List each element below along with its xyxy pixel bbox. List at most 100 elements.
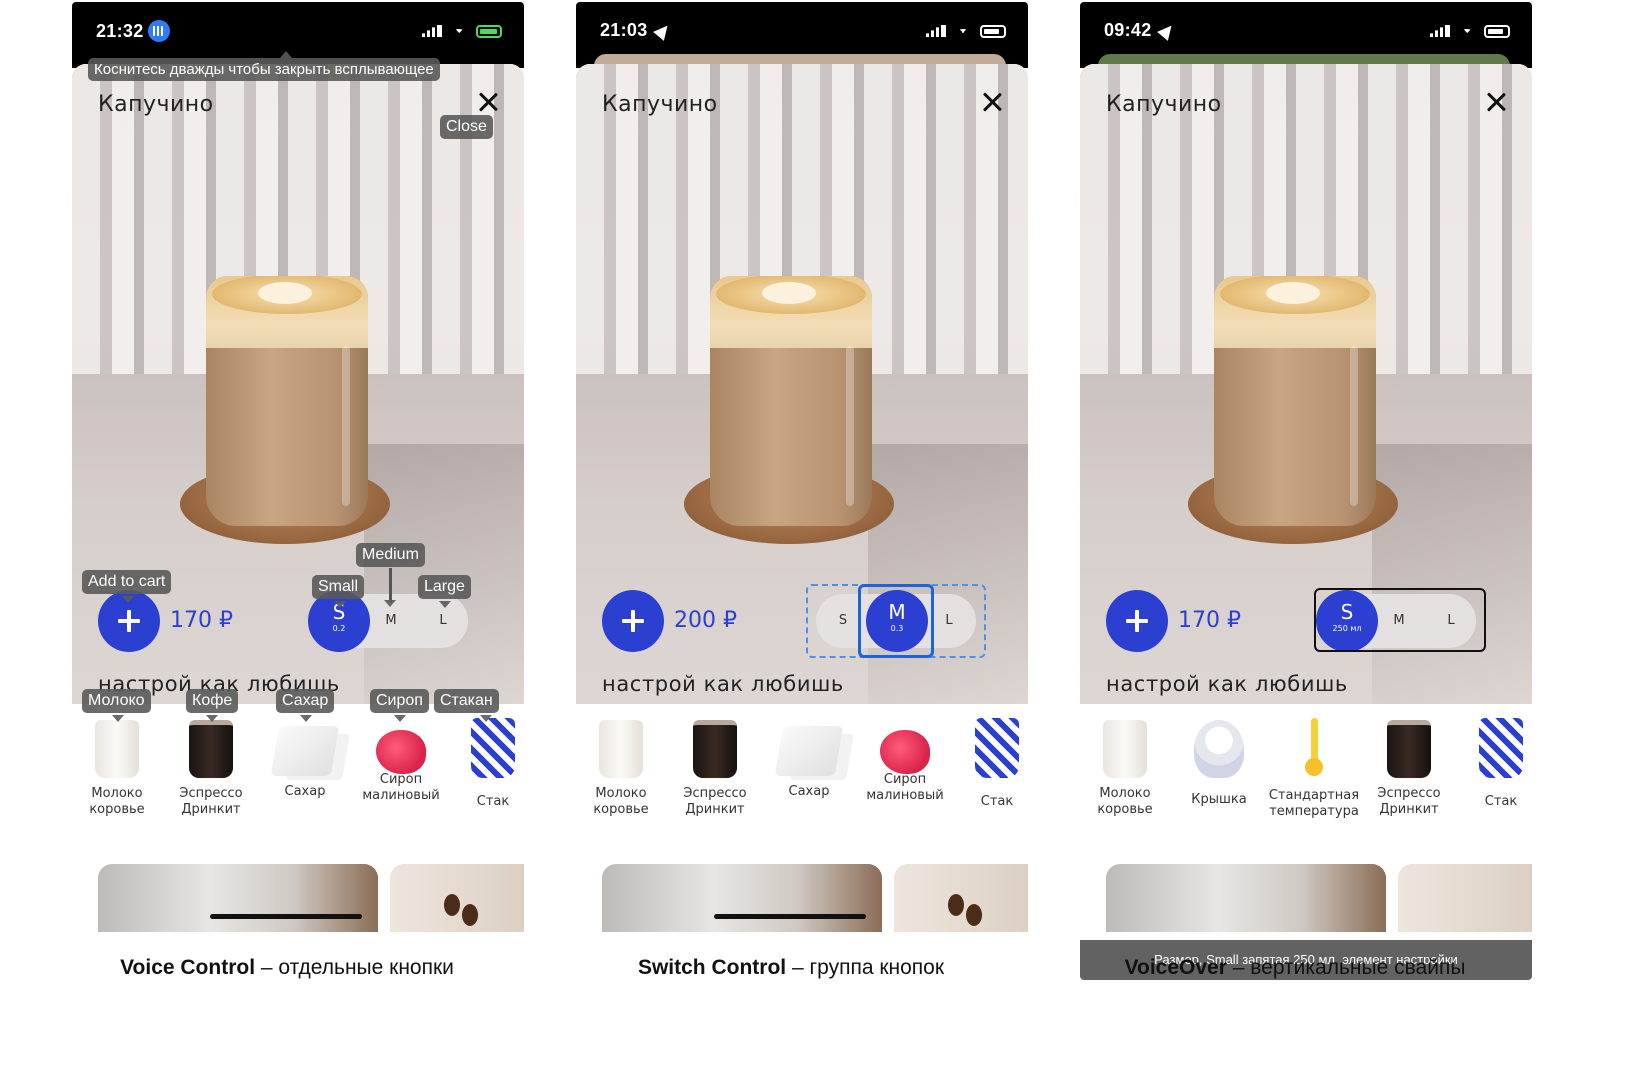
ingredient-syrup[interactable]: Сироп малиновый — [860, 714, 950, 804]
cappuccino-glass-image — [710, 276, 872, 526]
product-title: Капучино — [1106, 92, 1222, 117]
espresso-icon — [693, 720, 737, 778]
phone-voice-control: 21:32 Капучино 170 ₽ S 0.2 M L настрой к… — [72, 2, 524, 980]
ingredient-sugar[interactable]: Сахар — [260, 714, 350, 800]
cellular-signal-icon — [422, 25, 442, 37]
status-time: 21:32 — [96, 20, 144, 41]
status-time: 09:42 — [1104, 20, 1152, 40]
lid-icon — [1194, 720, 1244, 778]
tooltip-small: Small — [312, 575, 365, 599]
coffee-bean-icon — [948, 894, 964, 916]
battery-charging-icon — [476, 24, 502, 38]
ingredient-espresso[interactable]: Эспрессо Дринкит — [670, 714, 760, 818]
cappuccino-glass-image — [206, 276, 368, 526]
card-image[interactable] — [602, 864, 882, 932]
ingredients-row: Молоко коровье Крышка Стандартная температ… — [1080, 714, 1532, 834]
ingredient-espresso[interactable]: Эспрессо Дринкит — [166, 714, 256, 818]
sugar-icon — [774, 726, 844, 776]
syrup-icon — [880, 730, 930, 774]
tooltip-dismiss: Коснитесь дважды чтобы закрыть всплывающ… — [88, 58, 440, 81]
ingredients-row: Молоко коровье Эспрессо Дринкит Сахар Сиро… — [72, 714, 524, 834]
ingredient-lid[interactable]: Крышка — [1174, 714, 1264, 808]
product-title: Капучино — [98, 92, 214, 117]
ingredients-row: Молоко коровье Эспрессо Дринкит Сахар Сиро… — [576, 714, 1028, 834]
tooltip-sugar: Сахар — [276, 689, 335, 713]
close-icon[interactable] — [1482, 88, 1510, 116]
ingredient-sugar[interactable]: Сахар — [764, 714, 854, 800]
tooltip-milk: Молоко — [82, 689, 151, 713]
sugar-icon — [270, 726, 340, 776]
tooltip-syrup: Сироп — [370, 689, 429, 713]
cup-icon — [471, 718, 515, 778]
add-to-cart-button[interactable] — [602, 590, 664, 652]
product-sheet: Капучино 170 ₽ S 0.2 M L настрой как люб… — [72, 64, 524, 980]
recommendation-cards — [576, 864, 1028, 934]
phone-switch-control: 21:03 Капучино 200 ₽ S M 0.3 L настрой к… — [576, 2, 1028, 980]
close-icon[interactable] — [978, 88, 1006, 116]
coffee-bean-icon — [462, 904, 478, 926]
recommendation-cards — [72, 864, 524, 934]
espresso-icon — [189, 720, 233, 778]
ingredient-milk[interactable]: Молоко коровье — [1080, 714, 1170, 818]
battery-icon — [1484, 24, 1510, 38]
voiceover-focus-outline — [1314, 588, 1486, 652]
home-indicator[interactable] — [210, 914, 362, 919]
tooltip-medium: Medium — [356, 543, 425, 567]
phone-voiceover: 09:42 Капучино 170 ₽ S 250 мл M L настро… — [1080, 2, 1532, 980]
price-label: 170 ₽ — [170, 608, 233, 633]
home-indicator[interactable] — [714, 914, 866, 919]
milk-jar-icon — [599, 720, 643, 778]
tooltip-add-to-cart: Add to cart — [82, 570, 172, 594]
customize-heading: настрой как любишь — [1106, 672, 1348, 696]
ingredient-cup[interactable]: Стак — [952, 714, 1028, 810]
tooltip-large: Large — [418, 575, 471, 599]
switch-item-highlight — [858, 584, 934, 658]
ingredient-milk[interactable]: Молоко коровье — [576, 714, 666, 818]
syrup-icon — [376, 730, 426, 774]
ingredient-cup[interactable]: Стак — [1456, 714, 1532, 810]
price-label: 170 ₽ — [1178, 608, 1241, 633]
cellular-signal-icon — [926, 25, 946, 37]
location-arrow-icon — [1156, 20, 1177, 41]
caption-voice-control: Voice Control – отдельные кнопки — [120, 956, 454, 979]
milk-jar-icon — [95, 720, 139, 778]
add-to-cart-button[interactable] — [1106, 590, 1168, 652]
voice-control-active-icon — [147, 20, 170, 42]
card-image[interactable] — [1398, 864, 1532, 932]
recommendation-cards — [1080, 864, 1532, 934]
tooltip-coffee: Кофе — [186, 689, 239, 713]
caption-switch-control: Switch Control – группа кнопок — [637, 956, 945, 979]
location-arrow-icon — [652, 20, 673, 41]
customize-heading: настрой как любишь — [602, 672, 844, 696]
ingredient-milk[interactable]: Молоко коровье — [72, 714, 162, 818]
status-time: 21:03 — [600, 20, 648, 40]
wifi-icon — [954, 24, 972, 38]
tooltip-cup: Стакан — [434, 689, 499, 713]
ingredient-temperature[interactable]: Стандартная температура — [1266, 714, 1362, 820]
espresso-icon — [1387, 720, 1431, 778]
coffee-bean-icon — [966, 904, 982, 926]
caption-voiceover: VoiceOver – вертикальные свайпы — [1124, 956, 1466, 979]
cup-icon — [1479, 718, 1523, 778]
cup-icon — [975, 718, 1019, 778]
product-sheet: Капучино 200 ₽ S M 0.3 L настрой как люб… — [576, 64, 1028, 980]
card-image[interactable] — [98, 864, 378, 932]
size-small-button[interactable]: S 0.2 — [308, 590, 370, 652]
cellular-signal-icon — [1430, 25, 1450, 37]
price-label: 200 ₽ — [674, 608, 737, 633]
card-image[interactable] — [1106, 864, 1386, 932]
coffee-bean-icon — [444, 894, 460, 916]
ingredient-syrup[interactable]: Сироп малиновый — [356, 714, 446, 804]
cappuccino-glass-image — [1214, 276, 1376, 526]
ingredient-espresso[interactable]: Эспрессо Дринкит — [1364, 714, 1454, 818]
battery-icon — [980, 24, 1006, 38]
tooltip-close: Close — [440, 115, 493, 139]
wifi-icon — [450, 24, 468, 38]
wifi-icon — [1458, 24, 1476, 38]
close-icon[interactable] — [474, 88, 502, 116]
ingredient-cup[interactable]: Стак — [448, 714, 524, 810]
product-title: Капучино — [602, 92, 718, 117]
thermometer-icon — [1304, 718, 1324, 778]
product-sheet: Капучино 170 ₽ S 250 мл M L настрой как … — [1080, 64, 1532, 980]
milk-jar-icon — [1103, 720, 1147, 778]
